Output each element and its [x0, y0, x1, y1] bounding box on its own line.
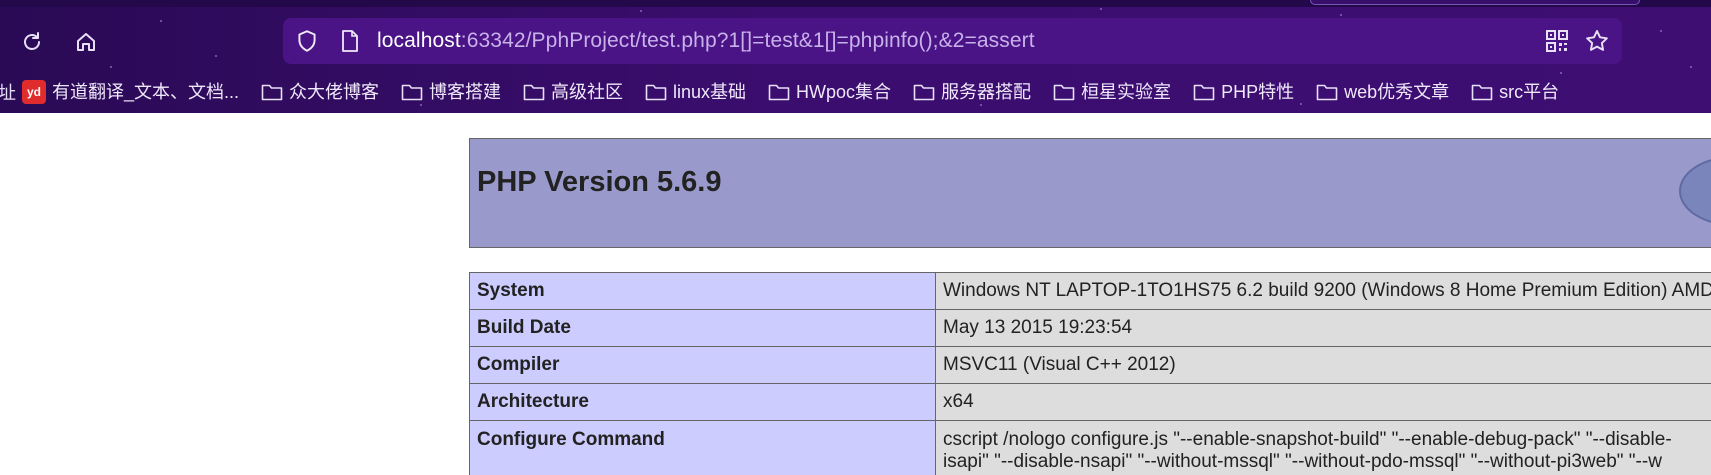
bookmark-folder-3[interactable]: 高级社区 [523, 81, 623, 103]
url-text[interactable]: localhost:63342/PphProject/test.php?1[]=… [377, 29, 1035, 53]
folder-icon [1471, 84, 1493, 101]
folder-icon [1053, 84, 1075, 101]
bookmark-folder-6[interactable]: 服务器搭配 [913, 81, 1031, 103]
bookmark-label: HWpoc集合 [796, 82, 892, 102]
reload-button[interactable] [16, 26, 48, 58]
bookmark-folder-5[interactable]: HWpoc集合 [768, 81, 891, 103]
qr-code-icon[interactable] [1545, 29, 1569, 53]
folder-icon [645, 84, 667, 101]
row-value-line-2: isapi" "--disable-nsapi" "--without-mssq… [943, 451, 1662, 472]
row-key: Build Date [469, 309, 936, 347]
url-host: localhost [377, 29, 461, 52]
folder-icon [523, 84, 545, 101]
bookmark-label: 有道翻译_文本、文档... [52, 82, 240, 102]
bookmarks-bar: 址 yd 有道翻译_文本、文档... 众大佬博客 博客搭建 高级社区 linux… [0, 78, 1711, 106]
folder-icon [913, 84, 935, 101]
table-row: Architecture x64 [469, 383, 1711, 421]
table-row: System Windows NT LAPTOP-1TO1HS75 6.2 bu… [469, 272, 1711, 310]
table-row: Configure Command cscript /nologo config… [469, 420, 1711, 475]
row-key: Compiler [469, 346, 936, 384]
table-row: Build Date May 13 2015 19:23:54 [469, 309, 1711, 347]
row-key: Architecture [469, 383, 936, 421]
bookmark-label: 桓星实验室 [1081, 82, 1172, 102]
browser-toolbar: localhost:63342/PphProject/test.php?1[]=… [0, 0, 1711, 113]
bookmark-label: PHP特性 [1221, 82, 1295, 102]
bookmark-youdao[interactable]: yd 有道翻译_文本、文档... [22, 80, 239, 104]
page-info-icon[interactable] [339, 29, 361, 53]
youdao-icon: yd [22, 80, 46, 104]
bookmark-star-icon[interactable] [1584, 28, 1610, 54]
php-version-title: PHP Version 5.6.9 [477, 166, 722, 198]
reload-icon [24, 32, 40, 50]
row-key: Configure Command [469, 420, 936, 475]
tab-stub[interactable] [1310, 0, 1640, 5]
row-value: cscript /nologo configure.js "--enable-s… [935, 420, 1711, 475]
tracking-protection-shield-icon[interactable] [294, 28, 320, 54]
bookmark-folder-2[interactable]: 博客搭建 [401, 81, 501, 103]
bookmark-label: 服务器搭配 [941, 82, 1032, 102]
folder-icon [261, 84, 283, 101]
row-value: MSVC11 (Visual C++ 2012) [935, 346, 1711, 384]
table-row: Compiler MSVC11 (Visual C++ 2012) [469, 346, 1711, 384]
bookmark-label: src平台 [1499, 82, 1560, 102]
folder-icon [768, 84, 790, 101]
php-logo-icon[interactable] [1679, 156, 1711, 226]
bookmark-label: 众大佬博客 [289, 82, 380, 102]
bookmark-label: 博客搭建 [429, 82, 502, 102]
folder-icon [1316, 84, 1338, 101]
address-bar[interactable]: localhost:63342/PphProject/test.php?1[]=… [283, 18, 1622, 64]
phpinfo-header: PHP Version 5.6.9 [469, 138, 1711, 248]
bookmark-folder-10[interactable]: src平台 [1471, 81, 1559, 103]
bookmark-label: web优秀文章 [1344, 82, 1450, 102]
bookmark-folder-8[interactable]: PHP特性 [1193, 81, 1294, 103]
bookmark-folder-7[interactable]: 桓星实验室 [1053, 81, 1171, 103]
bookmark-folder-9[interactable]: web优秀文章 [1316, 81, 1449, 103]
phpinfo-table: System Windows NT LAPTOP-1TO1HS75 6.2 bu… [469, 272, 1711, 475]
bookmark-label: 高级社区 [551, 82, 624, 102]
row-value: x64 [935, 383, 1711, 421]
folder-icon [401, 84, 423, 101]
row-value-line-1: cscript /nologo configure.js "--enable-s… [943, 429, 1672, 450]
bookmark-folder-4[interactable]: linux基础 [645, 81, 746, 103]
row-value: May 13 2015 19:23:54 [935, 309, 1711, 347]
bookmark-label: linux基础 [673, 82, 747, 102]
folder-icon [1193, 84, 1215, 101]
url-path: :63342/PphProject/test.php?1[]=test&1[]=… [460, 29, 1035, 52]
bookmark-folder-1[interactable]: 众大佬博客 [261, 81, 379, 103]
home-icon [77, 33, 95, 51]
row-key: System [469, 272, 936, 310]
bookmark-cut-label[interactable]: 址 [0, 79, 22, 105]
row-value: Windows NT LAPTOP-1TO1HS75 6.2 build 920… [935, 272, 1711, 310]
home-button[interactable] [70, 26, 102, 58]
